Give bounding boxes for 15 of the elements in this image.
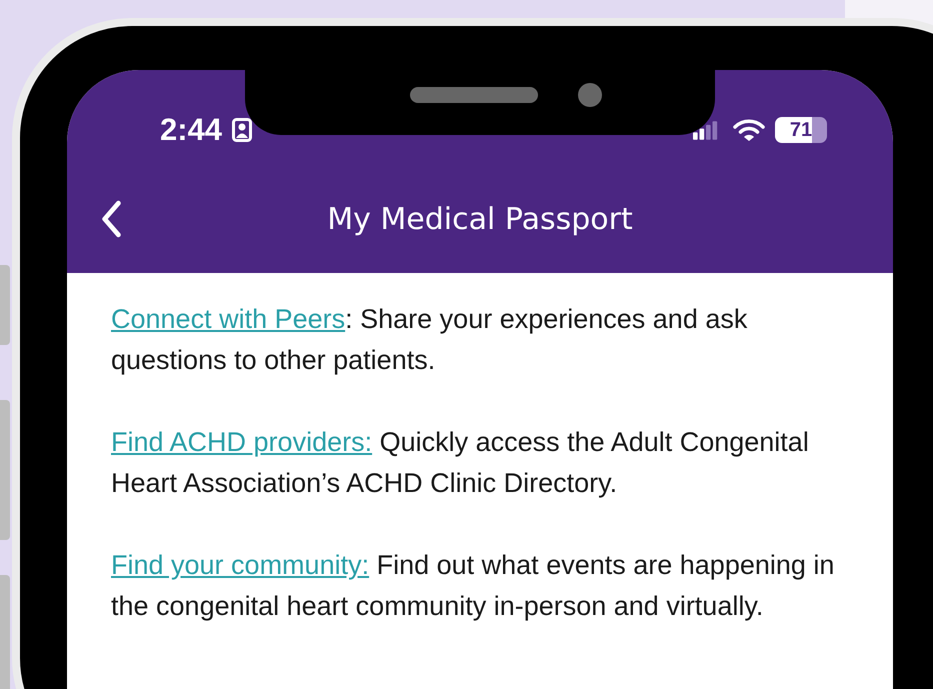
camera-icon xyxy=(578,83,602,107)
status-time: 2:44 xyxy=(160,112,222,148)
wifi-icon xyxy=(733,118,765,142)
feature-link[interactable]: Connect with Peers xyxy=(111,304,346,334)
feature-link[interactable]: Find ACHD providers: xyxy=(111,427,372,457)
feature-description: Find ACHD providers: Quickly access the Adult Congenital Heart Association’s ACHD Clinic Directory. xyxy=(111,426,810,500)
feature-description: Connect with Peers: Share your experiences and ask questions to other patients. xyxy=(111,303,748,377)
screen-title: My Medical Passport xyxy=(327,202,633,236)
signal-icon xyxy=(693,120,719,140)
back-icon[interactable] xyxy=(100,200,122,238)
feature-description: Find your community: Find out what events are happening in the congenital heart community in-person and virtually. xyxy=(111,549,836,623)
battery-icon: 71 xyxy=(775,117,827,143)
speaker-icon xyxy=(410,87,538,103)
person-icon xyxy=(232,118,252,142)
feature-link[interactable]: Find your community: xyxy=(111,550,370,580)
